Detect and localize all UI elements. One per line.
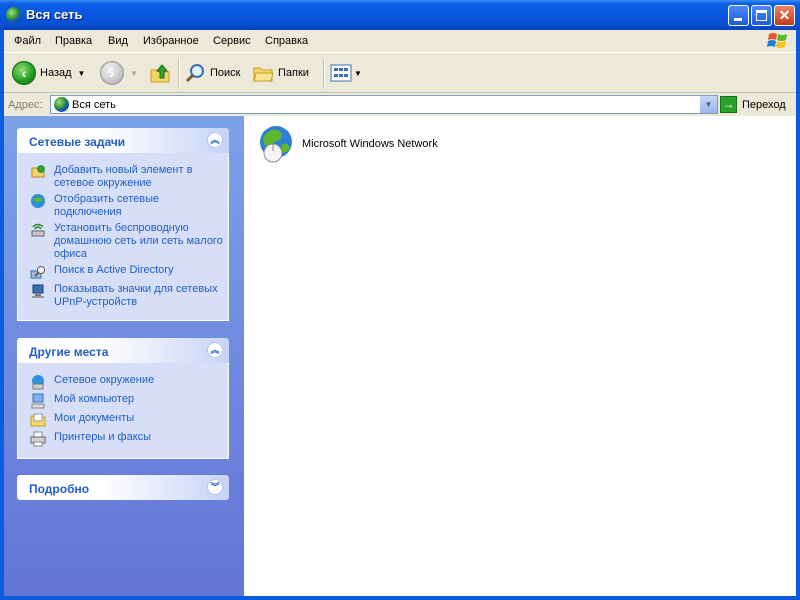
place-label: Мой компьютер <box>54 393 135 405</box>
menu-help[interactable]: Справка <box>265 35 308 47</box>
search-button[interactable]: Поиск <box>184 61 240 85</box>
address-input[interactable]: Вся сеть ▼ <box>50 95 718 114</box>
my-documents-icon <box>30 413 46 427</box>
go-arrow-icon: → <box>720 96 737 113</box>
network-globe-icon <box>6 7 22 23</box>
network-item[interactable]: Microsoft Windows Network <box>256 124 438 164</box>
other-places-body: Сетевое окружение Мой компьютер Мои доку… <box>17 363 229 459</box>
task-show-upnp-icons[interactable]: Показывать значки для сетевых UPnP-устро… <box>18 283 228 309</box>
toolbar-separator <box>178 59 180 89</box>
task-pane: Сетевые задачи ︽ Добавить новый элемент … <box>4 116 244 596</box>
menu-favorites[interactable]: Избранное <box>143 35 199 47</box>
place-network-neighborhood[interactable]: Сетевое окружение <box>18 374 228 390</box>
forward-button[interactable]: › ▼ <box>100 61 138 85</box>
details-panel: Подробно ︾ <box>17 475 229 500</box>
place-my-documents[interactable]: Мои документы <box>18 412 228 428</box>
details-header[interactable]: Подробно ︾ <box>17 475 229 500</box>
back-button[interactable]: ‹ Назад ▼ <box>12 61 85 85</box>
network-tasks-header[interactable]: Сетевые задачи ︽ <box>17 128 229 153</box>
views-button[interactable]: ▼ <box>330 61 362 85</box>
maximize-button[interactable] <box>751 5 772 26</box>
back-arrow-icon: ‹ <box>12 61 36 85</box>
explorer-window: Вся сеть ✕ Файл Правка Вид Избранное Сер… <box>0 0 800 600</box>
task-add-network-place[interactable]: Добавить новый элемент в сетевое окружен… <box>18 164 228 190</box>
task-search-active-directory[interactable]: Поиск в Active Directory <box>18 264 228 280</box>
printers-faxes-icon <box>30 431 46 447</box>
address-label: Адрес: <box>8 99 43 111</box>
go-button[interactable]: → Переход <box>720 95 786 114</box>
place-printers-faxes[interactable]: Принтеры и факсы <box>18 431 228 447</box>
menu-bar: Файл Правка Вид Избранное Сервис Справка <box>4 30 796 52</box>
minimize-button[interactable] <box>728 5 749 26</box>
address-dropdown-icon[interactable]: ▼ <box>699 96 717 113</box>
toolbar-separator <box>323 59 325 89</box>
menu-tools[interactable]: Сервис <box>213 35 251 47</box>
views-icon <box>330 64 352 82</box>
task-label: Установить беспроводную домашнюю сеть ил… <box>54 222 223 260</box>
network-tasks-body: Добавить новый элемент в сетевое окружен… <box>17 153 229 321</box>
forward-arrow-icon: › <box>100 61 124 85</box>
windows-logo-icon <box>767 33 787 48</box>
task-label: Поиск в Active Directory <box>54 264 174 276</box>
other-places-panel: Другие места ︽ Сетевое окружение Мой ком… <box>17 338 229 459</box>
network-globe-icon <box>54 97 69 112</box>
task-label: Отобразить сетевые подключения <box>54 193 160 218</box>
menu-edit[interactable]: Правка <box>55 35 92 47</box>
close-icon: ✕ <box>778 7 791 23</box>
task-label: Показывать значки для сетевых UPnP-устро… <box>54 283 218 308</box>
network-item-label: Microsoft Windows Network <box>302 138 438 150</box>
folders-icon <box>253 67 274 82</box>
active-directory-search-icon <box>30 266 45 279</box>
search-icon <box>185 64 204 83</box>
folders-button[interactable]: Папки <box>252 61 309 85</box>
collapse-icon[interactable]: ︽ <box>207 342 223 358</box>
place-my-computer[interactable]: Мой компьютер <box>18 393 228 409</box>
go-label: Переход <box>742 98 786 111</box>
place-label: Сетевое окружение <box>54 374 155 386</box>
network-neighborhood-icon <box>32 375 44 390</box>
window-title: Вся сеть <box>26 7 83 22</box>
collapse-icon[interactable]: ︽ <box>207 132 223 148</box>
expand-icon[interactable]: ︾ <box>207 479 223 495</box>
task-wireless-setup[interactable]: Установить беспроводную домашнюю сеть ил… <box>18 222 228 261</box>
up-button[interactable] <box>149 61 171 85</box>
search-label: Поиск <box>210 67 241 79</box>
my-computer-icon <box>31 393 45 409</box>
panel-title: Подробно <box>29 482 90 496</box>
menu-view[interactable]: Вид <box>108 35 128 47</box>
task-label: Добавить новый элемент в сетевое окружен… <box>54 164 193 189</box>
close-button[interactable]: ✕ <box>774 5 795 26</box>
panel-title: Сетевые задачи <box>29 135 126 149</box>
place-label: Мои документы <box>54 412 135 424</box>
network-globe-icon <box>260 126 292 163</box>
folder-up-icon <box>150 64 170 83</box>
views-dropdown-icon[interactable]: ▼ <box>354 69 362 78</box>
back-dropdown-icon[interactable]: ▼ <box>78 69 86 78</box>
panel-title: Другие места <box>29 345 109 359</box>
add-network-place-icon <box>31 165 45 178</box>
back-label: Назад <box>40 67 72 79</box>
menu-file[interactable]: Файл <box>14 35 41 47</box>
content-pane: Microsoft Windows Network <box>244 116 796 596</box>
address-value: Вся сеть <box>72 99 116 111</box>
place-label: Принтеры и факсы <box>54 431 152 443</box>
network-connections-icon <box>31 194 45 208</box>
other-places-header[interactable]: Другие места ︽ <box>17 338 229 363</box>
toolbar: ‹ Назад ▼ › ▼ Поиск Папки ▼ <box>4 52 796 93</box>
title-bar[interactable]: Вся сеть ✕ <box>0 0 800 30</box>
task-show-connections[interactable]: Отобразить сетевые подключения <box>18 193 228 219</box>
wireless-network-icon <box>31 223 45 237</box>
address-bar: Адрес: Вся сеть ▼ → Переход <box>4 93 796 116</box>
folders-label: Папки <box>278 67 309 79</box>
network-tasks-panel: Сетевые задачи ︽ Добавить новый элемент … <box>17 128 229 321</box>
upnp-device-icon <box>32 284 44 298</box>
forward-dropdown-icon[interactable]: ▼ <box>130 69 138 78</box>
